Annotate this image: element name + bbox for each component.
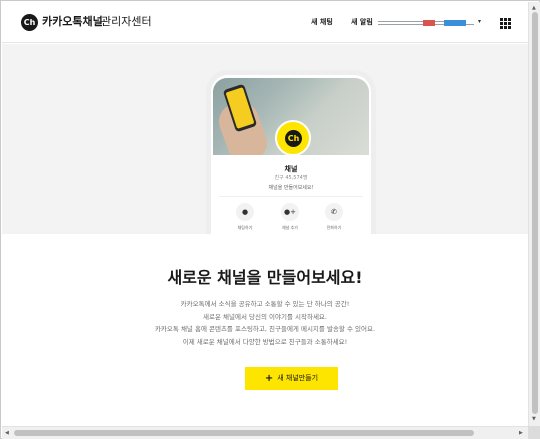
channel-description: 채널을 만들어보세요! xyxy=(268,185,314,191)
scroll-right-icon[interactable]: ▶ xyxy=(519,430,523,436)
add-channel-action: ●+ 채널 추가 xyxy=(275,203,305,231)
action-label: 전화하기 xyxy=(326,225,342,230)
grid-dot xyxy=(508,26,511,29)
browser-window: Ch 카카오톡채널 관리자센터 새 채팅 새 알림 ▾ Ch 채널 친구 45,… xyxy=(0,0,540,439)
phone-icon: ✆ xyxy=(325,203,343,221)
chevron-down-icon[interactable]: ▾ xyxy=(478,18,481,26)
grid-dot xyxy=(508,22,511,25)
vertical-scroll-thumb[interactable] xyxy=(532,12,538,414)
grid-dot xyxy=(504,18,507,21)
horizontal-scroll-thumb[interactable] xyxy=(14,430,474,436)
grid-dot xyxy=(500,26,503,29)
action-label: 채널 추가 xyxy=(282,225,298,230)
grid-dot xyxy=(504,22,507,25)
grid-menu-icon[interactable] xyxy=(500,18,511,29)
chat-bubble-icon: ● xyxy=(236,203,254,221)
horizontal-scrollbar[interactable]: ◀ ▶ xyxy=(2,426,540,439)
call-action: ✆ 전화하기 xyxy=(319,203,349,231)
intro-line: 새로운 채널에서 당신의 이야기를 시작하세요. xyxy=(203,312,327,321)
channel-avatar: Ch xyxy=(275,120,311,156)
intro-line: 카카오톡에서 소식을 공유하고 소통할 수 있는 단 하나의 공간! xyxy=(180,300,350,308)
scroll-down-icon[interactable]: ▼ xyxy=(532,416,536,422)
channel-name: 채널 xyxy=(284,165,298,173)
scroll-left-icon[interactable]: ◀ xyxy=(5,430,9,436)
plus-icon: + xyxy=(264,373,274,384)
scrollbar-corner xyxy=(528,426,540,439)
new-chat-link[interactable]: 새 채팅 xyxy=(311,17,333,27)
top-header: Ch 카카오톡채널 관리자센터 새 채팅 새 알림 ▾ xyxy=(2,2,528,43)
account-segment xyxy=(423,20,435,26)
logo-title[interactable]: 카카오톡채널 xyxy=(42,14,103,30)
grid-dot xyxy=(500,18,503,21)
grid-dot xyxy=(508,18,511,21)
grid-dot xyxy=(504,26,507,29)
channel-logo-icon: Ch xyxy=(285,130,302,147)
intro-text: 카카오톡에서 소식을 공유하고 소통할 수 있는 단 하나의 공간! 새로운 채… xyxy=(2,298,528,348)
divider xyxy=(219,196,363,197)
phone-preview: Ch 채널 친구 45,574명 채널을 만들어보세요! ● 채팅하기 ●+ 채… xyxy=(206,70,376,234)
create-channel-label: 새 채널만들기 xyxy=(277,374,319,382)
add-friend-icon: ●+ xyxy=(281,203,299,221)
account-segment xyxy=(444,20,466,26)
account-selector[interactable] xyxy=(378,19,476,27)
account-line xyxy=(378,21,448,22)
grid-dot xyxy=(500,22,503,25)
create-channel-button[interactable]: + 새 채널만들기 xyxy=(245,367,338,390)
scroll-up-icon[interactable]: ▲ xyxy=(532,5,536,11)
friend-count: 친구 45,574명 xyxy=(274,175,308,181)
new-alert-link[interactable]: 새 알림 xyxy=(351,17,373,27)
chat-action: ● 채팅하기 xyxy=(230,203,260,231)
action-label: 채팅하기 xyxy=(237,225,253,230)
intro-line: 이제 새로운 채널에서 다양한 방법으로 친구들과 소통하세요! xyxy=(182,337,348,346)
kakao-channel-logo-icon[interactable]: Ch xyxy=(21,14,38,31)
intro-line: 카카오톡 채널 홈에 콘텐츠를 포스팅하고, 친구들에게 메시지를 발송할 수 … xyxy=(154,325,376,333)
vertical-scrollbar[interactable]: ▲ ▼ xyxy=(528,2,540,426)
logo-subtitle[interactable]: 관리자센터 xyxy=(101,14,152,30)
page-headline: 새로운 채널을 만들어보세요! xyxy=(167,268,363,287)
